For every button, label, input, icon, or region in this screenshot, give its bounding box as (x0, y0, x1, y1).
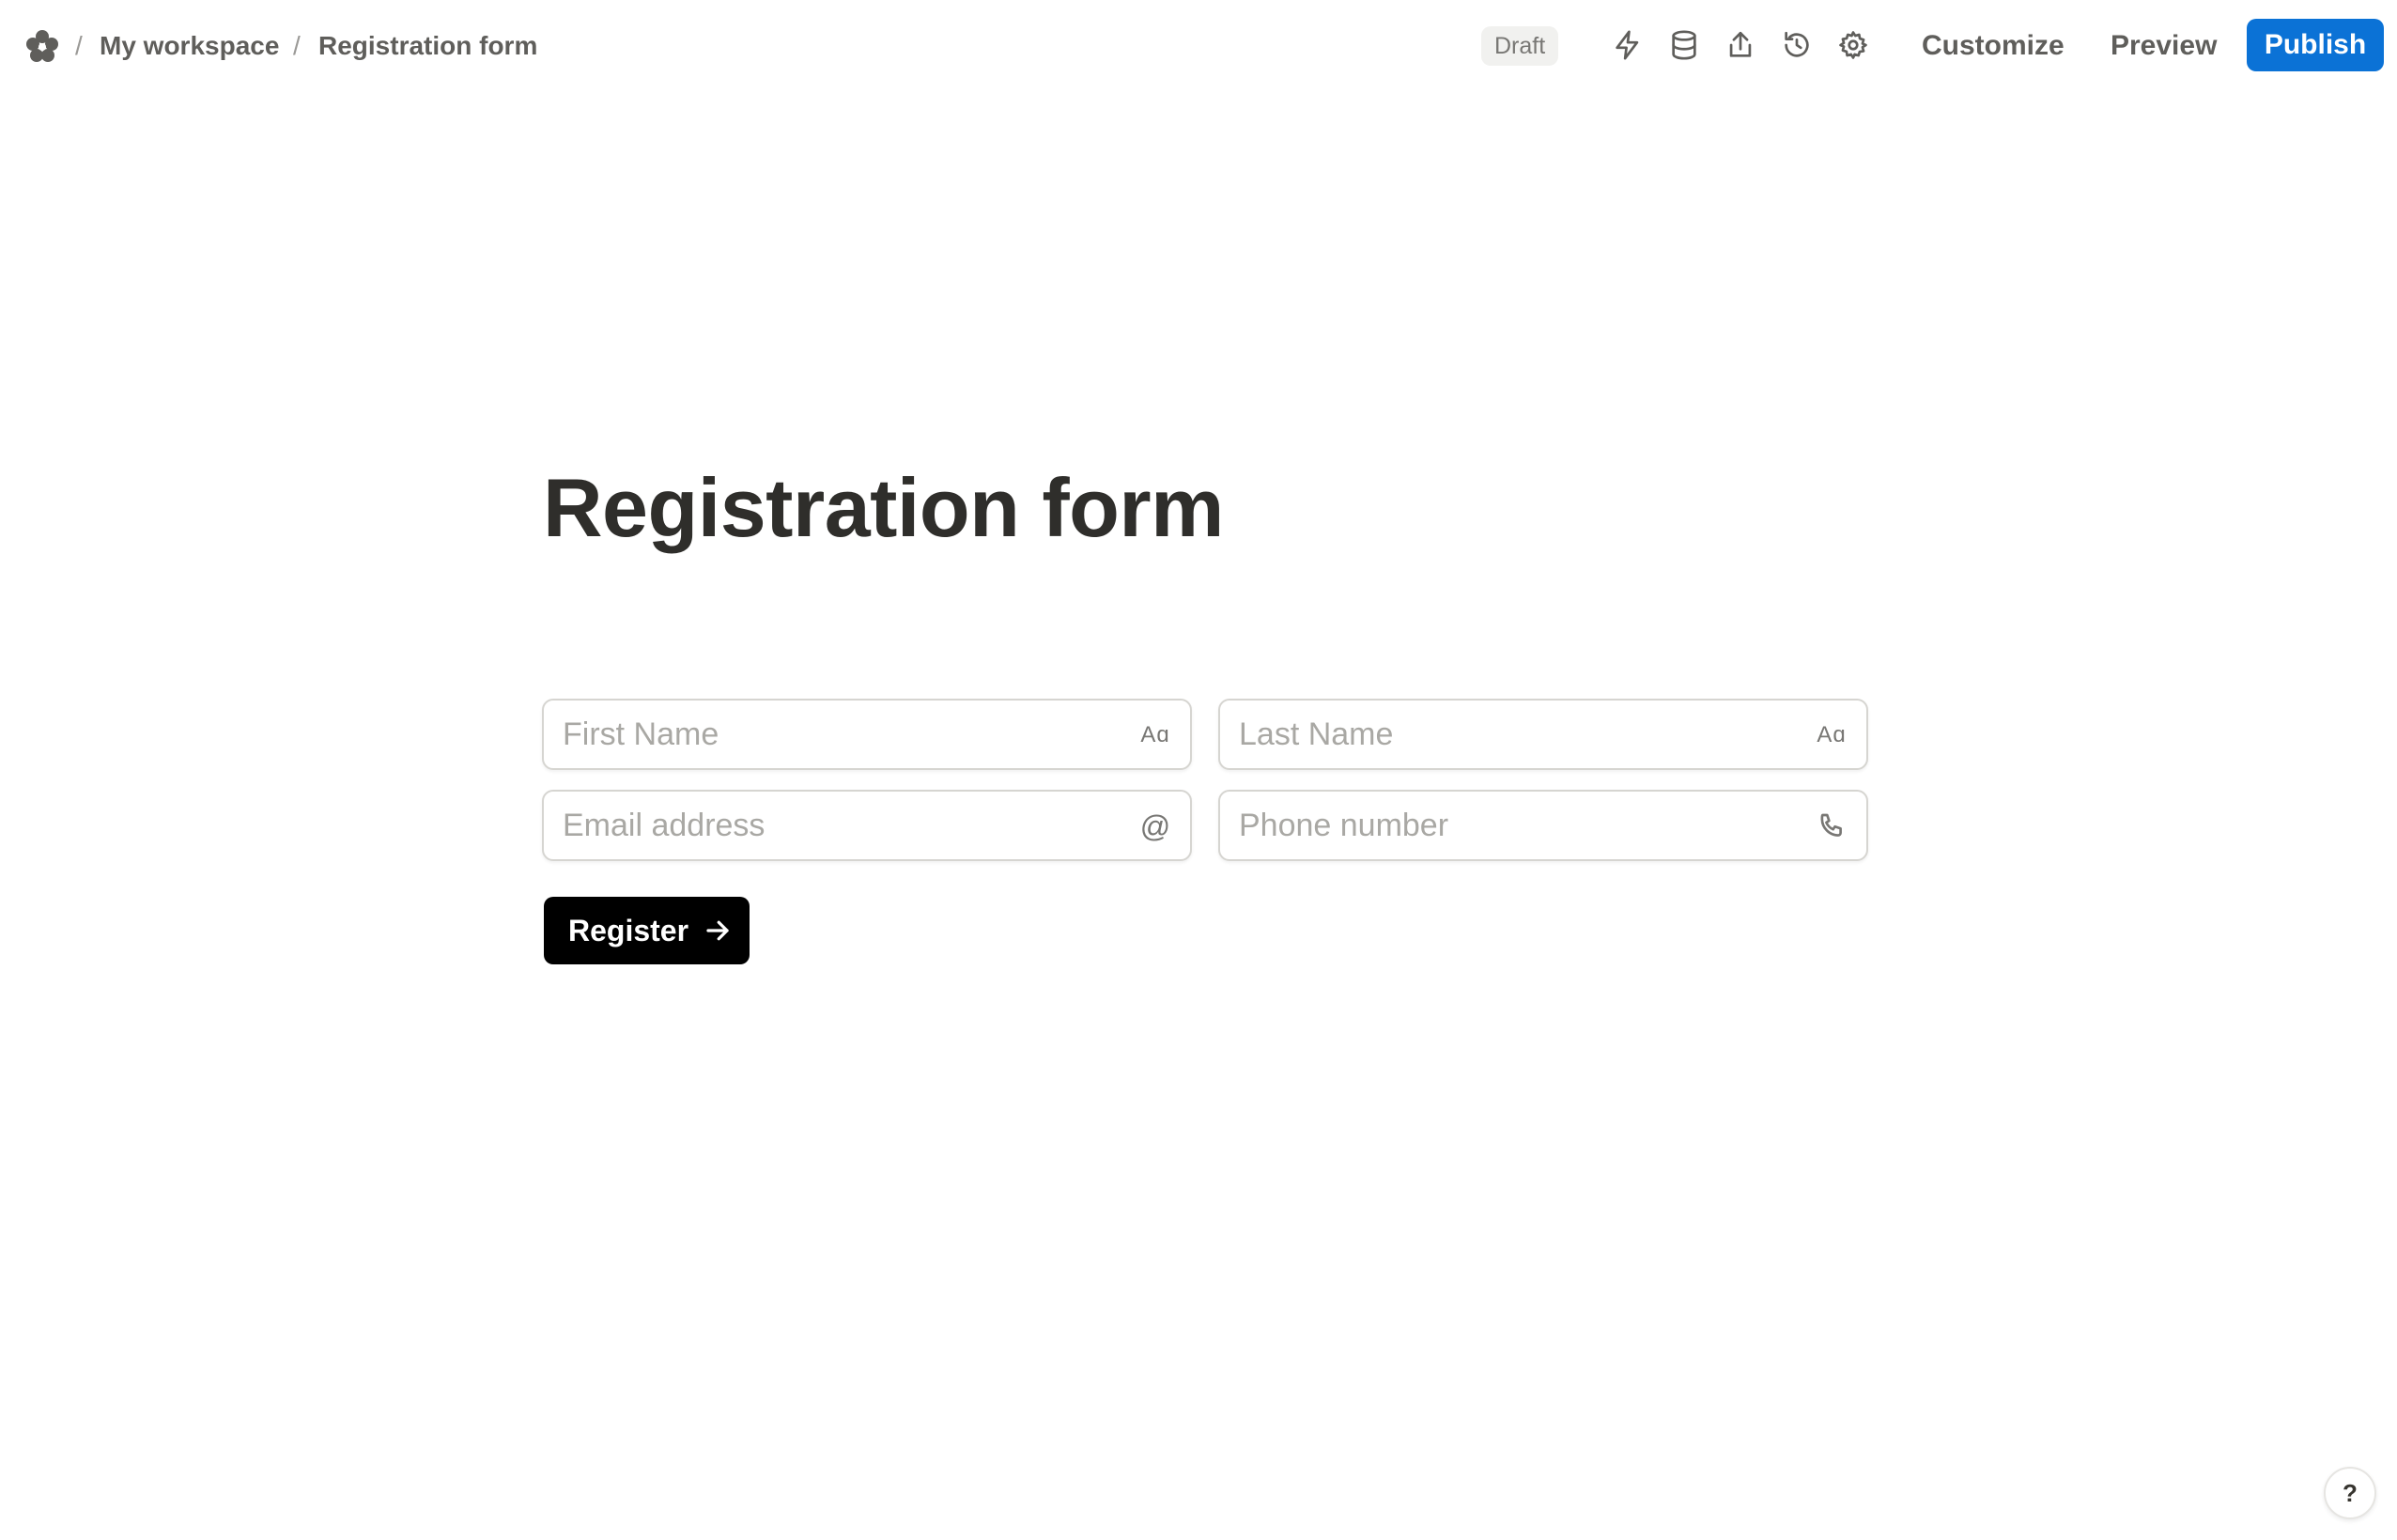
publish-button[interactable]: Publish (2247, 19, 2384, 71)
register-button-label: Register (568, 913, 689, 947)
database-icon[interactable] (1665, 26, 1703, 64)
at-sign-icon: @ (1137, 808, 1173, 844)
at-sign-glyph: @ (1139, 808, 1171, 843)
preview-button[interactable]: Preview (2111, 21, 2217, 71)
phone-field[interactable] (1218, 790, 1868, 861)
last-name-field[interactable]: Aɑ (1218, 699, 1868, 770)
first-name-field[interactable]: Aɑ (542, 699, 1192, 770)
flower-logo-icon[interactable] (24, 28, 60, 64)
text-aa-glyph: Aɑ (1817, 722, 1847, 747)
register-button[interactable]: Register (544, 897, 750, 964)
arrow-right-icon (706, 920, 729, 941)
email-input[interactable] (563, 792, 1124, 859)
text-aa-icon: Aɑ (1814, 717, 1849, 753)
breadcrumb-workspace[interactable]: My workspace (100, 28, 279, 64)
top-bar: / My workspace / Registration form Draft… (0, 0, 2397, 94)
breadcrumb-current-page[interactable]: Registration form (318, 28, 537, 64)
lightning-icon[interactable] (1609, 26, 1647, 64)
email-field[interactable]: @ (542, 790, 1192, 861)
first-name-input[interactable] (563, 701, 1124, 768)
status-badge: Draft (1481, 26, 1559, 66)
share-icon[interactable] (1722, 26, 1759, 64)
customize-button[interactable]: Customize (1922, 21, 2065, 71)
last-name-input[interactable] (1239, 701, 1801, 768)
history-icon[interactable] (1778, 26, 1816, 64)
breadcrumb-separator: / (75, 31, 83, 60)
phone-input[interactable] (1239, 792, 1801, 859)
breadcrumb-separator: / (293, 31, 301, 60)
text-aa-glyph: Aɑ (1140, 722, 1170, 747)
phone-icon (1814, 808, 1849, 844)
help-button[interactable]: ? (2324, 1467, 2376, 1519)
text-aa-icon: Aɑ (1137, 717, 1173, 753)
form-title[interactable]: Registration form (543, 458, 1224, 558)
gear-icon[interactable] (1834, 26, 1872, 64)
